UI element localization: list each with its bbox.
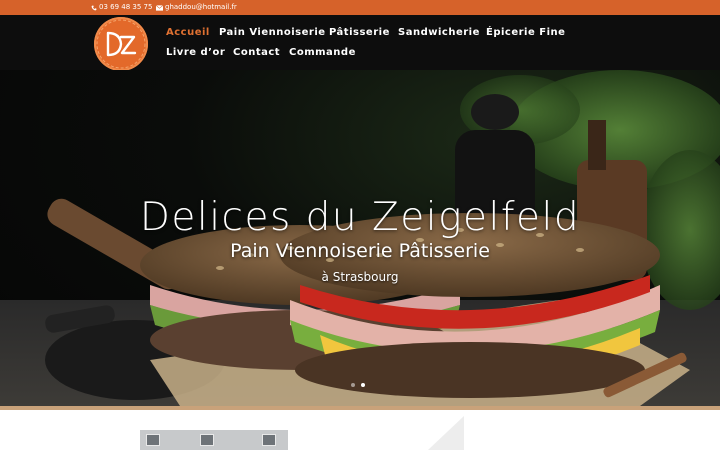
envelope-icon: [156, 4, 163, 11]
nav-item-patisserie[interactable]: Pâtisserie: [329, 27, 390, 38]
nav-item-contact[interactable]: Contact: [233, 47, 280, 58]
nav-item-pain-viennoiserie[interactable]: Pain Viennoiserie: [219, 27, 326, 38]
nav-item-epicerie-fine[interactable]: Épicerie Fine: [486, 27, 565, 38]
logo-dz-mark: [96, 19, 146, 69]
hero-location: à Strasbourg: [321, 270, 399, 284]
slider-pagination: [351, 383, 365, 387]
hero-subtitle: Pain Viennoiserie Pâtisserie: [230, 240, 490, 262]
hero-slider: Delices du Zeigelfeld Pain Viennoiserie …: [0, 70, 720, 406]
main-content: [0, 410, 720, 450]
nav-item-sandwicherie[interactable]: Sandwicherie: [398, 27, 480, 38]
nav-item-livre-dor[interactable]: Livre d’or: [166, 47, 225, 58]
slider-dot-1[interactable]: [351, 383, 355, 387]
email-contact[interactable]: ghaddou@hotmail.fr: [156, 0, 237, 15]
site-logo[interactable]: [94, 17, 148, 71]
top-bar: 03 69 48 35 75 ghaddou@hotmail.fr: [0, 0, 720, 15]
decorative-shape: [428, 416, 464, 450]
hero-title: Delices du Zeigelfeld: [139, 195, 581, 240]
nav-item-accueil[interactable]: Accueil: [166, 27, 210, 38]
phone-number: 03 69 48 35 75: [99, 3, 153, 11]
phone-contact[interactable]: 03 69 48 35 75: [91, 0, 152, 15]
phone-icon: [91, 5, 97, 10]
slider-dot-2[interactable]: [361, 383, 365, 387]
email-address: ghaddou@hotmail.fr: [165, 3, 237, 11]
bakery-building-image: [140, 430, 288, 450]
nav-item-commande[interactable]: Commande: [289, 47, 356, 58]
